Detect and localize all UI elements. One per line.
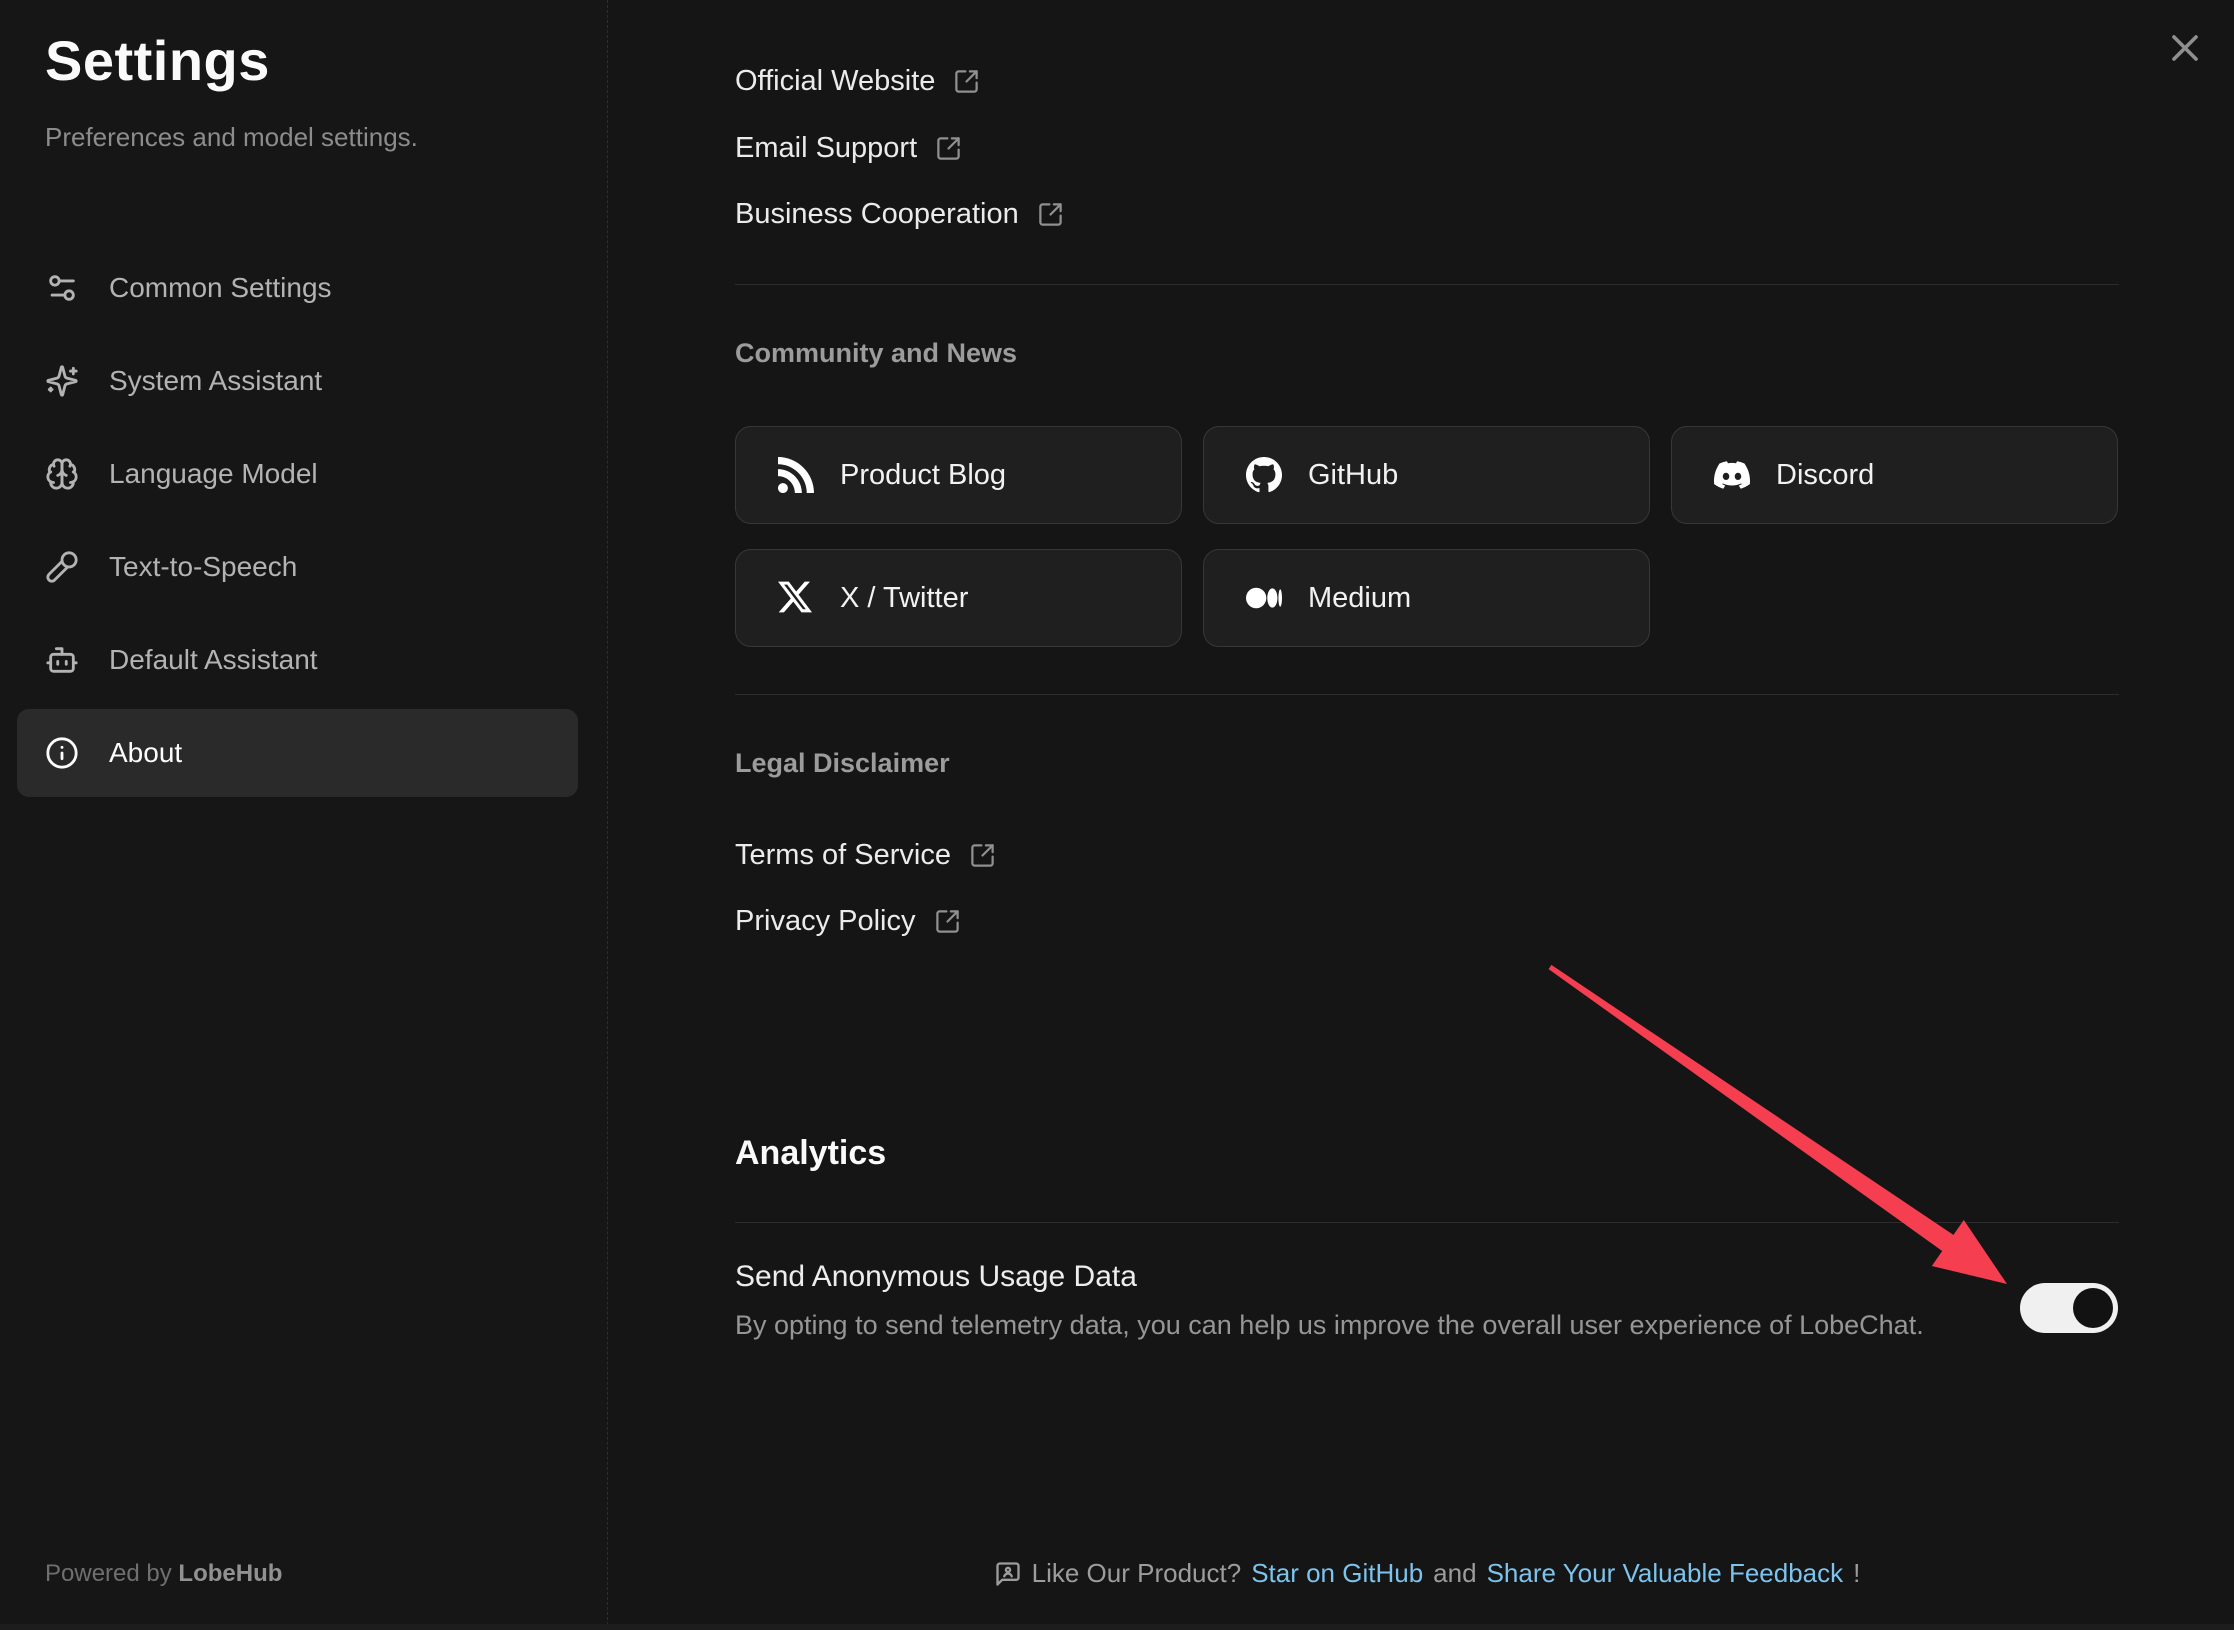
contact-link-official-website[interactable]: Official Website: [735, 59, 980, 103]
lobehub-brand: LobeHub: [178, 1560, 282, 1587]
telemetry-setting-description: By opting to send telemetry data, you ca…: [735, 1310, 1924, 1341]
external-link-icon: [969, 842, 996, 869]
external-link-icon: [934, 908, 961, 935]
community-button-medium[interactable]: Medium: [1203, 549, 1650, 647]
community-button-x-twitter[interactable]: X / Twitter: [735, 549, 1182, 647]
legal-link-privacy-policy[interactable]: Privacy Policy: [735, 899, 961, 943]
about-panel: Contact Us Official Website Email Suppor…: [608, 0, 2234, 1630]
sidebar-item-label: Language Model: [109, 458, 318, 490]
toggle-knob: [2073, 1288, 2113, 1328]
sidebar-item-label: System Assistant: [109, 365, 322, 397]
panel-footer: Like Our Product? Star on GitHub and Sha…: [735, 1558, 2119, 1589]
close-icon: [2163, 26, 2207, 70]
sidebar-nav: Common Settings System Assistant Languag…: [17, 244, 578, 797]
community-heading: Community and News: [735, 338, 1017, 369]
feedback-icon: [994, 1560, 1022, 1588]
footer-middle: and: [1433, 1558, 1476, 1589]
about-content: Contact Us Official Website Email Suppor…: [735, 0, 2119, 1630]
community-buttons: Product Blog GitHub Discord X / Twitter: [735, 426, 2119, 647]
analytics-heading: Analytics: [735, 1134, 886, 1173]
section-divider: [735, 694, 2119, 695]
sliders-icon: [45, 271, 79, 305]
section-divider: [735, 284, 2119, 285]
contact-link-email-support[interactable]: Email Support: [735, 126, 962, 170]
bot-icon: [45, 643, 79, 677]
github-icon: [1246, 457, 1282, 493]
discord-icon: [1714, 457, 1750, 493]
window-bottom-edge: [0, 1624, 2234, 1630]
contact-link-business-cooperation[interactable]: Business Cooperation: [735, 192, 1064, 236]
community-button-discord[interactable]: Discord: [1671, 426, 2118, 524]
external-link-icon: [935, 135, 962, 162]
external-link-icon: [953, 68, 980, 95]
page-title: Settings: [45, 28, 270, 93]
external-link-icon: [1037, 201, 1064, 228]
community-button-product-blog[interactable]: Product Blog: [735, 426, 1182, 524]
settings-sidebar: Settings Preferences and model settings.…: [0, 0, 608, 1630]
footer-prefix: Like Our Product?: [1032, 1558, 1242, 1589]
x-twitter-icon: [778, 580, 814, 616]
community-button-github[interactable]: GitHub: [1203, 426, 1650, 524]
telemetry-setting-label: Send Anonymous Usage Data: [735, 1260, 1137, 1294]
sidebar-item-label: Common Settings: [109, 272, 332, 304]
medium-icon: [1246, 580, 1282, 616]
info-icon: [45, 736, 79, 770]
sidebar-item-default-assistant[interactable]: Default Assistant: [17, 616, 578, 704]
sidebar-item-text-to-speech[interactable]: Text-to-Speech: [17, 523, 578, 611]
sidebar-item-label: Text-to-Speech: [109, 551, 297, 583]
mic-icon: [45, 550, 79, 584]
sidebar-item-common-settings[interactable]: Common Settings: [17, 244, 578, 332]
sidebar-item-about[interactable]: About: [17, 709, 578, 797]
legal-heading: Legal Disclaimer: [735, 748, 950, 779]
sidebar-item-language-model[interactable]: Language Model: [17, 430, 578, 518]
telemetry-toggle[interactable]: [2020, 1283, 2118, 1333]
star-on-github-link[interactable]: Star on GitHub: [1251, 1558, 1423, 1589]
sparkles-icon: [45, 364, 79, 398]
rss-icon: [778, 457, 814, 493]
page-subtitle: Preferences and model settings.: [45, 122, 418, 153]
sidebar-item-label: About: [109, 737, 182, 769]
close-button[interactable]: [2161, 24, 2209, 72]
sidebar-item-label: Default Assistant: [109, 644, 318, 676]
legal-link-terms-of-service[interactable]: Terms of Service: [735, 833, 996, 877]
footer-suffix: !: [1853, 1558, 1860, 1589]
powered-by: Powered by LobeHub: [45, 1560, 282, 1588]
share-feedback-link[interactable]: Share Your Valuable Feedback: [1487, 1558, 1844, 1589]
section-divider: [735, 1222, 2119, 1223]
brain-icon: [45, 457, 79, 491]
sidebar-item-system-assistant[interactable]: System Assistant: [17, 337, 578, 425]
contact-us-heading: Contact Us: [735, 0, 878, 5]
